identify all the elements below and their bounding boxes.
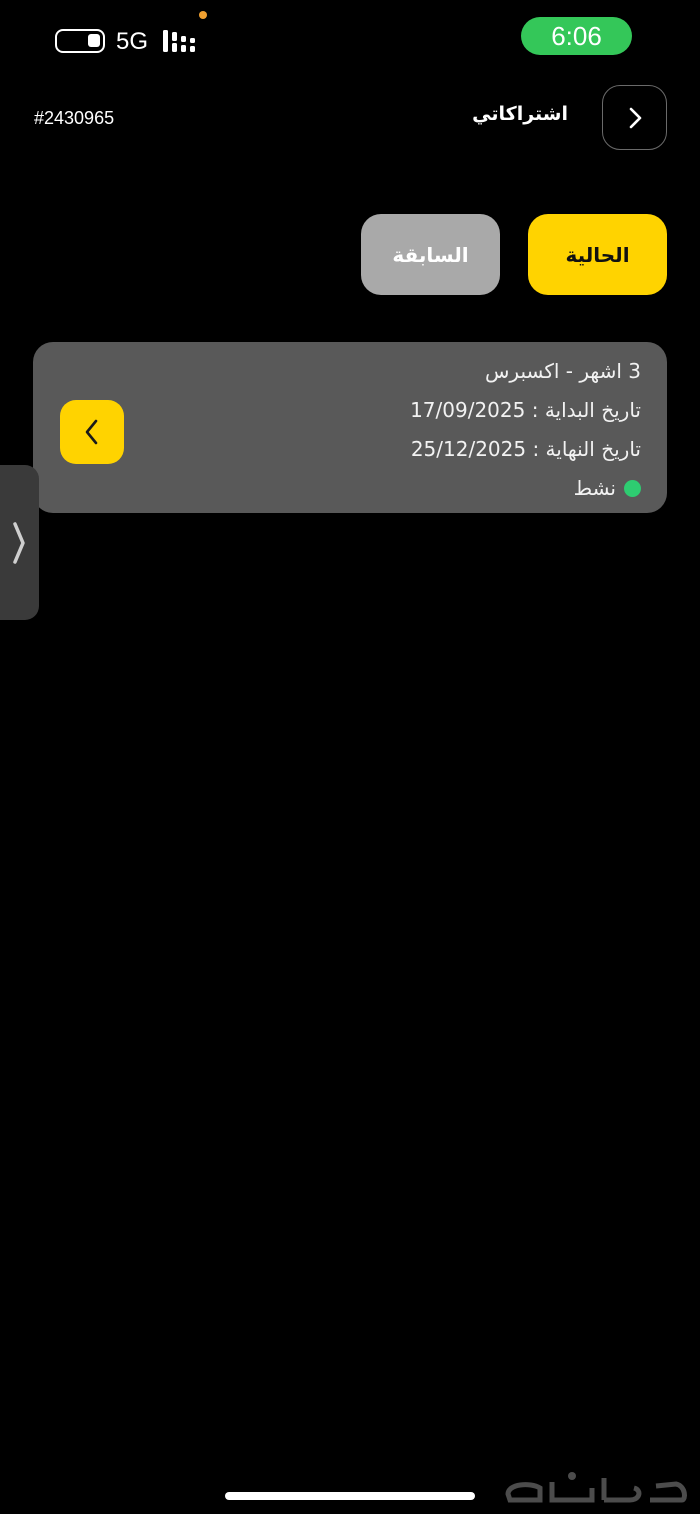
chevron-right-icon xyxy=(12,521,25,564)
status-label: نشط xyxy=(573,476,616,500)
chevron-left-icon xyxy=(85,419,98,445)
signal-icon xyxy=(163,30,195,52)
subscription-start-date: تاريخ البداية : 17/09/2025 xyxy=(410,398,641,422)
battery-level xyxy=(88,34,100,47)
subscription-card[interactable]: 3 اشهر - اكسبرس تاريخ البداية : 17/09/20… xyxy=(33,342,667,513)
tab-current[interactable]: الحالية xyxy=(528,214,667,295)
open-subscription-button[interactable] xyxy=(60,400,124,464)
battery-icon xyxy=(55,29,105,53)
network-type: 5G xyxy=(116,28,149,55)
home-indicator[interactable] xyxy=(225,1492,475,1500)
page-title: اشتراكاتي xyxy=(472,103,568,125)
chevron-right-icon xyxy=(629,107,641,128)
tab-previous[interactable]: السابقة xyxy=(361,214,500,295)
watermark-logo xyxy=(505,1472,687,1503)
privacy-indicator-dot xyxy=(199,11,207,19)
status-time: 6:06 xyxy=(521,17,632,55)
subscription-end-date: تاريخ النهاية : 25/12/2025 xyxy=(410,437,641,461)
back-button[interactable] xyxy=(602,85,667,150)
subscription-plan: 3 اشهر - اكسبرس xyxy=(485,359,641,383)
side-drawer-handle[interactable] xyxy=(0,465,39,620)
subscription-status: نشط xyxy=(574,476,641,500)
subscriptions-screen: 5G 6:06 #2430965 اشتراكاتي الحالية الساب… xyxy=(0,0,700,1514)
status-dot-icon xyxy=(624,479,641,497)
account-id: #2430965 xyxy=(34,108,115,128)
